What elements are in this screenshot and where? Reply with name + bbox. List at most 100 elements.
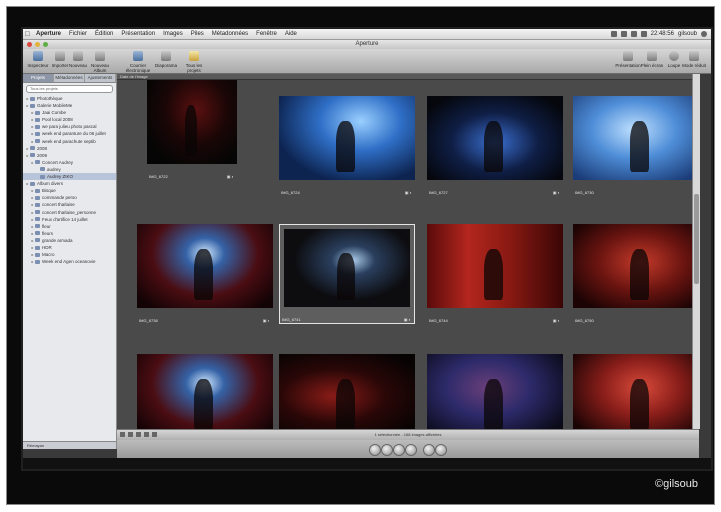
thumbnail[interactable] [279, 354, 415, 429]
thumbnail[interactable] [137, 354, 273, 429]
slideshow-button[interactable]: Diaporama [151, 51, 181, 68]
email-button[interactable]: Courrier électronique [123, 51, 153, 73]
thumbnail[interactable]: IMG_6724 ▣ ◐ [279, 96, 415, 196]
menu-images[interactable]: Images [159, 31, 187, 37]
thumbnail[interactable]: IMG_6741 ▣ ◐ [279, 224, 415, 324]
scrollbar-thumb[interactable] [694, 194, 699, 284]
sidebar-item[interactable]: ▸ Macro [23, 251, 116, 258]
sidebar-item[interactable]: ▸ concert thaïlaise_personne [23, 209, 116, 216]
minimize-window-button[interactable] [35, 42, 40, 47]
bluetooth-icon[interactable] [610, 31, 617, 37]
sidebar-item[interactable]: ▸ Pool local 2008 [23, 116, 116, 123]
menu-clock[interactable]: 22:48:56 [651, 31, 674, 37]
folder-icon [35, 124, 40, 129]
menu-aide[interactable]: Aide [281, 31, 301, 37]
thumbnail-badge-icon: ▣ ◐ [552, 190, 560, 195]
thumbnail-image [573, 96, 692, 180]
folder-icon [30, 103, 35, 108]
thumbnail[interactable]: IMG_6722 ▣ ◐ [147, 80, 237, 180]
new-album-button[interactable]: Nouveau Album [85, 51, 115, 73]
crop-tool-icon[interactable] [144, 432, 149, 437]
menu-fichier[interactable]: Fichier [65, 31, 91, 37]
browser-scrollbar[interactable] [692, 74, 700, 429]
menu-fenetre[interactable]: Fenêtre [252, 31, 281, 37]
rewind-button[interactable] [369, 444, 381, 456]
rotate-left-icon[interactable] [128, 432, 133, 437]
menu-metadonnees[interactable]: Métadonnées [208, 31, 252, 37]
sidebar-item[interactable]: ▸ fleurs [23, 230, 116, 237]
zoom-window-button[interactable] [43, 42, 48, 47]
wifi-icon[interactable] [620, 31, 627, 37]
select-tool-icon[interactable] [120, 432, 125, 437]
tab-metadonnees[interactable]: Métadonnées [54, 74, 85, 82]
thumbnail[interactable]: IMG_6750▣ ◐ [573, 224, 692, 324]
sidebar-item[interactable]: ▸ Feux d'artifice 14 juillet [23, 216, 116, 223]
rotate-right-icon[interactable] [136, 432, 141, 437]
play-button[interactable] [393, 444, 405, 456]
menu-edition[interactable]: Édition [91, 31, 117, 37]
window-title: Aperture [355, 41, 379, 47]
performer-silhouette [484, 249, 504, 300]
sidebar-footer[interactable]: Rémayan [23, 441, 116, 449]
tab-ajustements[interactable]: Ajustements [85, 74, 116, 82]
zoom-out-button[interactable] [423, 444, 435, 456]
thumbnail-image [427, 224, 563, 308]
sidebar-item[interactable]: ▸ grande armada [23, 237, 116, 244]
thumbnail[interactable]: IMG_6738 ▣ ◐ [137, 224, 273, 324]
sidebar-item[interactable]: ▸ week end paranture du 06 juillet [23, 130, 116, 137]
menu-bar:  Aperture Fichier Édition Présentation … [23, 29, 711, 40]
next-button[interactable] [405, 444, 417, 456]
thumbnail-badge-icon: ▣ ◐ [226, 174, 234, 179]
toolbar: Inspecteur Importer Nouveau Nouveau Albu… [23, 49, 711, 74]
sidebar-item[interactable]: ▸ concert thaïlaise [23, 201, 116, 208]
all-projects-button[interactable]: Tous les projets [179, 51, 209, 73]
close-window-button[interactable] [27, 42, 32, 47]
sidebar-item[interactable]: ▸ 2008 [23, 145, 116, 152]
sidebar-item-label: grande armada [42, 237, 73, 243]
sidebar-item[interactable]: ▸ 2009 [23, 152, 116, 159]
lift-stamp-icon[interactable] [152, 432, 157, 437]
sidebar-item[interactable]: ▸ Week end Agen oceanovie [23, 258, 116, 265]
sidebar-item-label: commande perso [42, 195, 77, 201]
menu-aperture[interactable]: Aperture [32, 31, 65, 37]
performer-silhouette [194, 379, 214, 429]
menu-piles[interactable]: Piles [187, 31, 208, 37]
project-filter-input[interactable]: Tous les projets [26, 85, 113, 93]
project-tree: ▸ Photothèque ▸ Galerie MobileMe ▸ Jaai Combe… [23, 95, 116, 265]
status-text: 1 sélectionnée - 168 images affichées [374, 432, 442, 437]
sidebar-item[interactable]: audrey [23, 166, 116, 173]
sidebar-item[interactable]: ▸ Jaai Combe [23, 109, 116, 116]
menu-user[interactable]: gilsoub [678, 31, 697, 37]
zoom-in-button[interactable] [435, 444, 447, 456]
sidebar-item[interactable]: ▸ week end parachute septib [23, 138, 116, 145]
mode-button[interactable]: Mode réduit [679, 51, 709, 68]
apple-logo-icon[interactable]:  [23, 31, 32, 38]
spotlight-icon[interactable] [701, 31, 707, 37]
sidebar-item[interactable]: ▸ commande perso [23, 194, 116, 201]
thumbnail-label: IMG_6724 [281, 190, 300, 195]
thumbnail[interactable] [427, 354, 563, 429]
sidebar-item[interactable]: ▸ HDR [23, 244, 116, 251]
tab-projets[interactable]: Projets [23, 74, 54, 82]
menu-presentation[interactable]: Présentation [117, 31, 159, 37]
sidebar-item[interactable]: ▸ Concert Audrey [23, 159, 116, 166]
sidebar-item[interactable]: ▸ fleur [23, 223, 116, 230]
previous-button[interactable] [381, 444, 393, 456]
thumbnail[interactable]: IMG_6730▣ ◐ [573, 96, 692, 196]
sidebar-item[interactable]: Audrey ZIKO [23, 173, 116, 181]
sidebar-item[interactable]: ▸ Album divers [23, 180, 116, 187]
folder-icon [30, 146, 35, 151]
browser-tools [120, 432, 157, 437]
volume-icon[interactable] [630, 31, 637, 37]
control-strip [117, 440, 699, 458]
sidebar-item[interactable]: ▸ we para julieu photo pascal [23, 123, 116, 130]
sidebar-item[interactable]: ▸ Photothèque [23, 95, 116, 102]
sidebar-item[interactable]: ▸ Bisque [23, 187, 116, 194]
thumbnail[interactable] [573, 354, 692, 429]
thumbnail-image [573, 224, 692, 308]
sidebar-item[interactable]: ▸ Galerie MobileMe [23, 102, 116, 109]
thumbnail[interactable]: IMG_6727 ▣ ◐ [427, 96, 563, 196]
thumbnail[interactable]: IMG_6744 ▣ ◐ [427, 224, 563, 324]
folder-icon [35, 224, 40, 229]
battery-icon[interactable] [640, 31, 647, 37]
